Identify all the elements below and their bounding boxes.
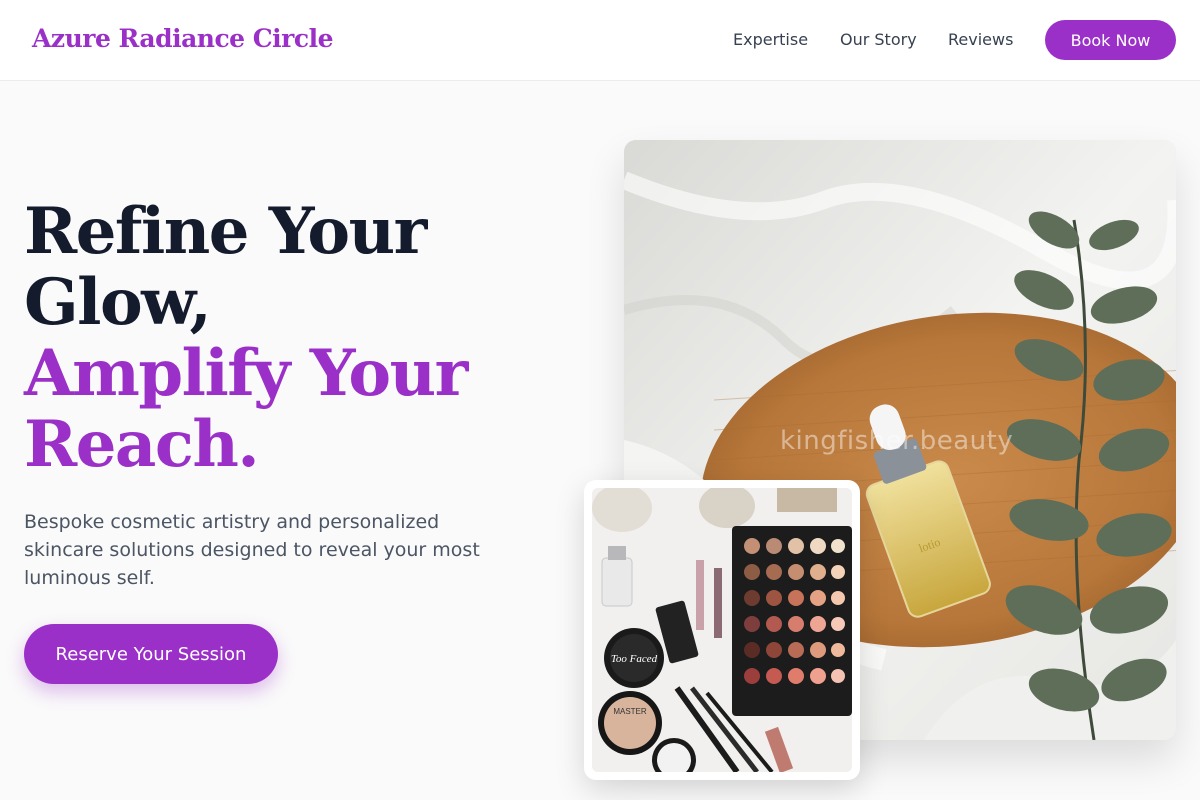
image-watermark: kingfisher.beauty	[780, 426, 1014, 456]
reserve-session-button[interactable]: Reserve Your Session	[24, 624, 278, 684]
headline-line-2: Glow,	[24, 265, 212, 340]
headline-line-4: Reach.	[24, 407, 260, 482]
brand-logo[interactable]: Azure Radiance Circle	[32, 24, 333, 53]
nav-link-our-story[interactable]: Our Story	[840, 30, 917, 49]
nav-link-reviews[interactable]: Reviews	[948, 30, 1013, 49]
site-header: Azure Radiance Circle Expertise Our Stor…	[0, 0, 1200, 81]
headline-line-3: Amplify Your	[24, 336, 468, 411]
svg-text:MASTER: MASTER	[613, 707, 647, 716]
svg-text:Too Faced: Too Faced	[611, 653, 658, 665]
book-now-button[interactable]: Book Now	[1045, 20, 1176, 60]
makeup-flatlay-photo-icon: Too Faced MASTER	[592, 488, 852, 772]
nav-link-expertise[interactable]: Expertise	[733, 30, 808, 49]
secondary-image-card: Too Faced MASTER	[584, 480, 860, 780]
secondary-image: Too Faced MASTER	[592, 488, 852, 772]
hero-description: Bespoke cosmetic artistry and personaliz…	[24, 511, 480, 589]
hero-headline: Refine Your Glow, Amplify Your Reach.	[24, 194, 468, 482]
headline-line-1: Refine Your	[24, 194, 427, 269]
